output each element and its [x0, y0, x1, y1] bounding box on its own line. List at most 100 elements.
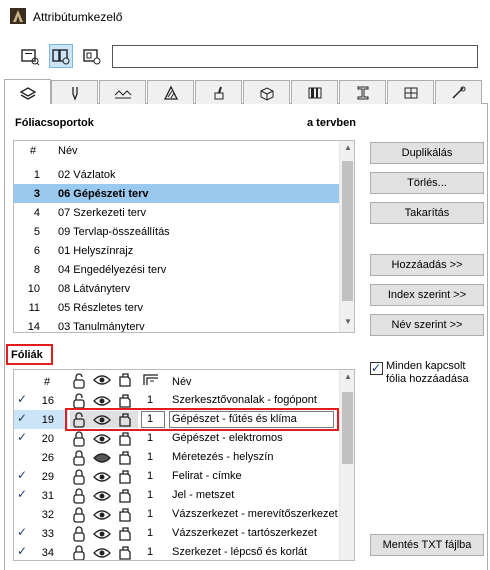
cleanup-button[interactable]: Takarítás	[370, 202, 484, 224]
archicad-app-icon	[10, 8, 26, 24]
layer-row[interactable]: ✓ 29 1 Felirat - címke	[14, 467, 339, 486]
solid-view-icon[interactable]	[117, 469, 133, 485]
row-number: 5	[33, 225, 40, 238]
tab-profiles[interactable]	[339, 80, 386, 104]
save-txt-button[interactable]: Mentés TXT fájlba	[370, 534, 484, 556]
delete-button[interactable]: Törlés...	[370, 172, 484, 194]
layer-group-row[interactable]: 5 09 Tervlap-összeállítás	[14, 222, 339, 241]
lock-column-icon	[73, 373, 85, 389]
layers-list[interactable]: # Név ✓ 16 1 Szerkesztővonalak - fogópont ✓ 1…	[13, 369, 355, 561]
eye-icon[interactable]	[92, 470, 112, 484]
eye-icon[interactable]	[92, 432, 112, 446]
layer-row[interactable]: ✓ 19 1 Gépészet - fűtés és klíma	[14, 408, 339, 431]
tab-pens[interactable]	[51, 80, 98, 104]
intersection-group-value[interactable]: 1	[147, 489, 153, 501]
mep-systems-icon	[451, 86, 465, 99]
tab-surfaces[interactable]	[195, 80, 242, 104]
lock-icon[interactable]	[72, 431, 86, 447]
scroll-up-icon[interactable]: ▲	[340, 143, 354, 152]
layer-groups-list[interactable]: # Név 1 02 Vázlatok 3 06 Gépészeti terv 4 07 …	[13, 140, 355, 333]
lock-icon[interactable]	[72, 469, 86, 485]
layer-group-row[interactable]: 6 01 Helyszínrajz	[14, 241, 339, 260]
layer-groups-label: Fóliacsoportok	[15, 117, 94, 129]
intersection-group-value[interactable]: 1	[147, 394, 153, 406]
layers-scrollbar[interactable]: ▲	[339, 370, 354, 560]
eye-icon[interactable]	[92, 527, 112, 541]
lock-icon[interactable]	[72, 507, 86, 523]
solid-view-icon[interactable]	[117, 507, 133, 523]
scroll-down-icon[interactable]: ▼	[340, 317, 354, 326]
by-name-button[interactable]: Név szerint >>	[370, 314, 484, 336]
tab-line-types[interactable]	[99, 80, 146, 104]
tab-composites[interactable]	[243, 80, 290, 104]
intersection-group-value[interactable]: 1	[147, 432, 153, 444]
row-number: 14	[27, 320, 40, 333]
lock-icon[interactable]	[72, 450, 86, 466]
column-header-num: #	[30, 145, 37, 157]
solid-view-icon[interactable]	[117, 450, 133, 466]
layer-name: Szerkesztővonalak - fogópont	[172, 394, 317, 406]
tab-building-materials[interactable]	[291, 80, 338, 104]
intersection-group-column-icon	[143, 374, 158, 385]
add-button[interactable]: Hozzáadás >>	[370, 254, 484, 276]
unlock-icon[interactable]	[72, 393, 86, 409]
intersection-group-value[interactable]: 1	[147, 470, 153, 482]
layer-group-row[interactable]: 3 06 Gépészeti terv	[14, 184, 339, 203]
layer-group-row[interactable]: 1 02 Vázlatok	[14, 165, 339, 184]
hidden-eye-icon[interactable]	[92, 451, 112, 465]
layer-row[interactable]: ✓ 33 1 Vázszerkezet - tartószerkezet	[14, 524, 339, 543]
search-input[interactable]	[112, 45, 478, 68]
row-name: 07 Szerkezeti terv	[58, 206, 147, 219]
eye-icon[interactable]	[92, 394, 112, 408]
tab-zones[interactable]	[387, 80, 434, 104]
pen-icon	[71, 86, 78, 101]
layer-row[interactable]: 26 1 Méretezés - helyszín	[14, 448, 339, 467]
lock-icon[interactable]	[72, 488, 86, 504]
layer-row[interactable]: ✓ 20 1 Gépészet - elektromos	[14, 429, 339, 448]
layer-group-row[interactable]: 10 08 Látványterv	[14, 279, 339, 298]
solid-view-icon[interactable]	[117, 431, 133, 447]
detail-view-button[interactable]	[80, 44, 104, 68]
tab-fills[interactable]	[147, 80, 194, 104]
layer-row[interactable]: ✓ 34 1 Szerkezet - lépcső és korlát	[14, 543, 339, 561]
surfaces-icon	[214, 86, 223, 99]
scroll-up-icon[interactable]: ▲	[340, 372, 354, 381]
wireframe-column-icon	[119, 373, 131, 387]
layer-group-row[interactable]: 8 04 Engedélyezési terv	[14, 260, 339, 279]
layer-number: 34	[41, 546, 54, 559]
layer-group-row[interactable]: 4 07 Szerkezeti terv	[14, 203, 339, 222]
tab-layers[interactable]	[4, 79, 51, 105]
intersection-group-value[interactable]: 1	[147, 508, 153, 520]
profiles-icon	[357, 86, 368, 99]
duplicate-button[interactable]: Duplikálás	[370, 142, 484, 164]
layer-row[interactable]: ✓ 31 1 Jel - metszet	[14, 486, 339, 505]
layer-group-row[interactable]: 14 03 Tanulmányterv	[14, 317, 339, 333]
eye-icon[interactable]	[92, 546, 112, 560]
eye-icon[interactable]	[92, 489, 112, 503]
lock-icon[interactable]	[72, 545, 86, 561]
layer-name: Jel - metszet	[172, 489, 235, 501]
intersection-group-value[interactable]: 1	[147, 527, 153, 539]
layer-groups-scrollbar[interactable]: ▲ ▼	[339, 141, 354, 332]
intersection-group-value[interactable]: 1	[147, 546, 153, 558]
list-view-button[interactable]	[18, 44, 42, 68]
eye-icon[interactable]	[92, 508, 112, 522]
scroll-thumb[interactable]	[342, 161, 353, 301]
by-index-button[interactable]: Index szerint >>	[370, 284, 484, 306]
solid-view-icon[interactable]	[117, 393, 133, 409]
solid-view-icon[interactable]	[117, 488, 133, 504]
solid-view-icon[interactable]	[117, 526, 133, 542]
layer-group-row[interactable]: 11 05 Részletes terv	[14, 298, 339, 317]
intersection-group-value[interactable]: 1	[147, 451, 153, 463]
layer-check: ✓	[17, 468, 28, 482]
solid-view-icon[interactable]	[117, 545, 133, 561]
row-number: 1	[33, 168, 40, 181]
layer-row[interactable]: 32 1 Vázszerkezet - merevítőszerkezet	[14, 505, 339, 524]
add-all-linked-checkbox[interactable]: ✓	[370, 361, 383, 375]
detail-view-icon	[83, 49, 101, 65]
tab-mep-systems[interactable]	[435, 80, 482, 104]
split-view-button[interactable]	[49, 44, 73, 68]
scroll-thumb[interactable]	[342, 392, 353, 464]
lock-icon[interactable]	[72, 526, 86, 542]
row-name: 08 Látványterv	[58, 282, 131, 295]
